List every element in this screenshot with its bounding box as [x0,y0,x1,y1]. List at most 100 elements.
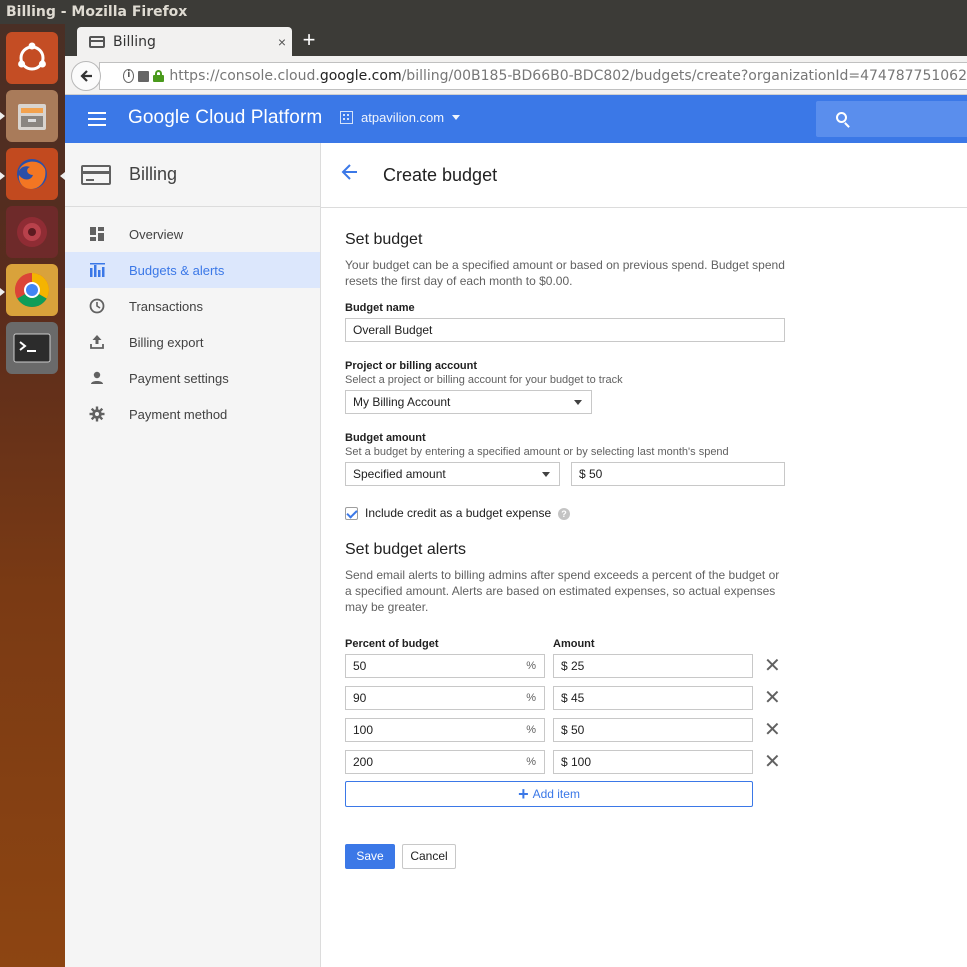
browser-nav-bar: i https://console.cloud. google.com/billi… [65,56,967,95]
alert-percent-value: 200 [353,755,374,769]
url-scheme: https://console.cloud. [169,68,320,84]
alert-percent-input[interactable]: 50 % [345,654,545,678]
include-credit-checkbox[interactable] [345,507,358,520]
tab-title: Billing [113,33,156,50]
chrome-icon[interactable] [6,264,58,316]
alert-percent-input[interactable]: 100 % [345,718,545,742]
help-icon[interactable]: ? [558,508,570,520]
set-budget-heading: Set budget [345,231,423,248]
page-title: Create budget [383,164,498,185]
alert-percent-input[interactable]: 90 % [345,686,545,710]
console-header: Google Cloud Platform atpavilion.com [65,95,967,143]
alert-amount-input[interactable]: $ 50 [553,718,753,742]
lock-icon[interactable] [152,70,165,82]
add-item-button[interactable]: + Add item [345,781,753,807]
search-input[interactable] [816,101,967,137]
alert-percent-input[interactable]: 200 % [345,750,545,774]
alert-amount-input[interactable]: $ 45 [553,686,753,710]
browser-tab-strip: Billing × + [65,24,967,56]
sidebar-item-payment-settings[interactable]: Payment settings [65,360,320,396]
main-content: Create budget Set budget Your budget can… [321,143,967,967]
running-indicator-icon [0,288,5,296]
file-manager-icon[interactable] [6,90,58,142]
budget-name-input[interactable]: Overall Budget [345,318,785,342]
alert-percent-value: 50 [353,659,367,673]
sidebar-title: Billing [129,164,178,184]
sidebar-item-label: Overview [129,226,184,242]
set-budget-description: Your budget can be a specified amount or… [345,258,785,288]
product-name[interactable]: Google Cloud Platform [128,107,322,129]
save-button[interactable]: Save [345,844,395,869]
alert-amount-input[interactable]: $ 100 [553,750,753,774]
info-icon[interactable]: i [123,69,135,83]
remove-alert-icon[interactable]: ✕ [764,656,781,676]
new-tab-button[interactable]: + [297,28,321,52]
gear-icon [89,406,105,422]
search-icon [836,112,847,123]
budget-chart-icon [89,262,105,278]
amount-column-header: Amount [553,638,595,650]
back-button[interactable] [71,61,101,91]
back-arrow-icon[interactable] [341,163,363,187]
running-indicator-icon [0,112,5,120]
clock-icon [89,298,105,314]
alert-percent-value: 100 [353,723,374,737]
amount-type-select[interactable]: Specified amount [345,462,560,486]
sidebar-item-payment-method[interactable]: Payment method [65,396,320,432]
budget-amount-label: Budget amount [345,432,426,444]
percent-suffix: % [526,724,536,736]
chevron-down-icon [542,472,550,477]
set-alerts-heading: Set budget alerts [345,541,466,558]
billing-sidebar: Billing Overview Budgets & alerts Transa… [65,143,321,967]
dashboard-icon [89,226,105,242]
permissions-icon[interactable] [138,70,149,82]
close-tab-icon[interactable]: × [272,34,292,50]
running-indicator-icon [0,172,5,180]
alert-amount-input[interactable]: $ 25 [553,654,753,678]
sidebar-item-label: Transactions [129,298,203,314]
add-item-label: Add item [532,787,580,801]
project-select[interactable]: My Billing Account [345,390,592,414]
cancel-button[interactable]: Cancel [402,844,456,869]
person-icon [89,370,105,386]
remove-alert-icon[interactable]: ✕ [764,752,781,772]
menu-icon[interactable] [88,112,106,126]
chevron-down-icon [574,400,582,405]
percent-suffix: % [526,756,536,768]
sidebar-item-billing-export[interactable]: Billing export [65,324,320,360]
remove-alert-icon[interactable]: ✕ [764,688,781,708]
project-help-text: Select a project or billing account for … [345,374,623,386]
sidebar-item-budgets-alerts[interactable]: Budgets & alerts [65,252,320,288]
project-name: atpavilion.com [361,110,445,125]
sidebar-item-label: Billing export [129,334,204,350]
billing-favicon-icon [89,35,105,48]
url-path: /billing/00B185-BD66B0-BDC802/budgets/cr… [401,68,967,84]
sidebar-item-overview[interactable]: Overview [65,216,320,252]
terminal-icon[interactable] [6,322,58,374]
sidebar-header: Billing [65,143,320,207]
project-select-value: My Billing Account [353,395,451,409]
app-launcher [0,24,65,967]
organization-icon [340,111,353,124]
page-header: Create budget [321,143,967,208]
url-bar[interactable]: i https://console.cloud. google.com/billi… [99,62,967,90]
window-title: Billing - Mozilla Firefox [6,4,188,20]
chevron-down-icon [452,115,461,120]
billing-card-icon [81,164,111,185]
app-icon[interactable] [6,206,58,258]
firefox-icon[interactable] [6,148,58,200]
budget-amount-input[interactable]: $ 50 [571,462,785,486]
percent-column-header: Percent of budget [345,638,439,650]
project-selector[interactable]: atpavilion.com [340,110,461,125]
sidebar-item-transactions[interactable]: Transactions [65,288,320,324]
budget-amount-help-text: Set a budget by entering a specified amo… [345,446,729,458]
set-alerts-description: Send email alerts to billing admins afte… [345,568,780,614]
remove-alert-icon[interactable]: ✕ [764,720,781,740]
url-domain: google.com [319,68,402,84]
ubuntu-dash-icon[interactable] [6,32,58,84]
include-credit-label[interactable]: Include credit as a budget expense [365,506,551,520]
percent-suffix: % [526,692,536,704]
amount-type-value: Specified amount [353,467,446,481]
plus-icon: + [518,784,529,804]
browser-tab[interactable]: Billing × [77,27,292,56]
